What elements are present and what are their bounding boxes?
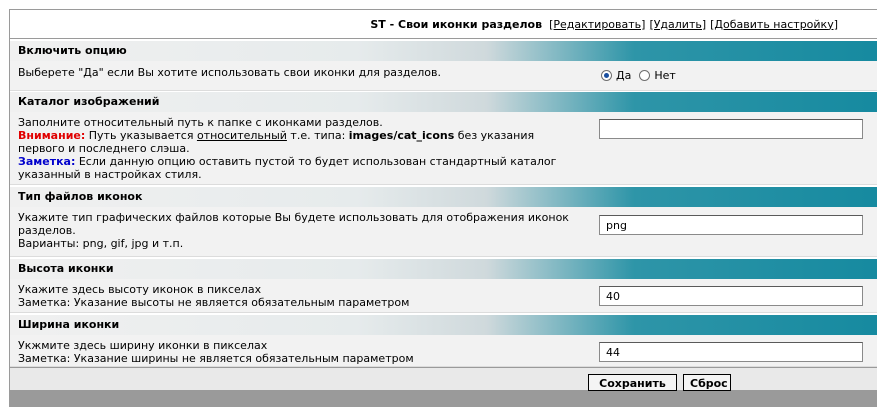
catalog-note: Заметка: Если данную опцию оставить пуст… [18, 155, 578, 181]
height-note: Заметка: Указание высоты не является обя… [18, 296, 410, 309]
catalog-instruction: Заполните относительный путь к папке с и… [18, 116, 383, 129]
delete-link[interactable]: [Удалить] [649, 18, 706, 31]
setting-row-filetype: Укажите тип графических файлов которые В… [10, 207, 877, 257]
note-label: Заметка: [18, 155, 76, 168]
setting-row-catalog: Заполните относительный путь к папке с и… [10, 112, 877, 185]
height-instruction: Укажите здесь высоту иконок в пикселах [18, 283, 262, 296]
setting-row-height: Укажите здесь высоту иконок в пикселах З… [10, 279, 877, 313]
edit-link[interactable]: [Редактировать] [549, 18, 645, 31]
warning-text: Путь указывается [85, 129, 197, 142]
warning-label: Внимание: [18, 129, 86, 142]
no-radio[interactable] [639, 70, 651, 81]
filetype-input[interactable] [599, 215, 863, 235]
yes-radio[interactable] [601, 70, 612, 81]
filetype-instruction: Укажите тип графических файлов которые В… [18, 211, 569, 237]
width-instruction: Укжмите здесь ширину иконки в пикселах [18, 339, 268, 352]
form-footer: Сохранить Сброс [10, 368, 877, 391]
add-setting-link[interactable]: [Добавить настройку] [710, 18, 838, 31]
note-text: Если данную опцию оставить пустой то буд… [18, 155, 557, 181]
section-header-enable: Включить опцию [10, 41, 877, 61]
section-header-filetype: Тип файлов иконок [10, 187, 877, 207]
section-header-height: Высота иконки [10, 259, 877, 279]
setting-description: Заполните относительный путь к папке с и… [18, 116, 578, 181]
page-title: ST - Свои иконки разделов [370, 17, 543, 31]
height-input[interactable] [599, 286, 863, 306]
section-header-catalog: Каталог изображений [10, 92, 877, 112]
width-input[interactable] [599, 342, 863, 362]
no-radio-label[interactable]: Нет [654, 69, 675, 82]
setting-description: Укжмите здесь ширину иконки в пикселах З… [18, 339, 578, 365]
setting-description: Укажите тип графических файлов которые В… [18, 211, 578, 250]
enable-radio-group: Да Нет [601, 69, 684, 82]
setting-row-enable: Выберете "Да" если Вы хотите использоват… [10, 61, 877, 91]
reset-button[interactable]: Сброс [683, 374, 731, 391]
catalog-path-input[interactable] [599, 119, 863, 139]
setting-row-width: Укжмите здесь ширину иконки в пикселах З… [10, 335, 877, 367]
setting-description: Укажите здесь высоту иконок в пикселах З… [18, 283, 578, 309]
setting-description: Выберете "Да" если Вы хотите использоват… [18, 66, 442, 79]
warning-text: т.е. типа: [286, 129, 349, 142]
settings-title-bar: ST - Свои иконки разделов [Редактировать… [10, 10, 877, 38]
catalog-warning: Внимание: Путь указывается относительный… [18, 129, 578, 155]
yes-radio-label[interactable]: Да [616, 69, 631, 82]
width-note: Заметка: Указание ширины не является обя… [18, 352, 414, 365]
save-button[interactable]: Сохранить [588, 374, 677, 391]
settings-panel: Включить опцию Выберете "Да" если Вы хот… [10, 39, 877, 367]
path-example: images/cat_icons [348, 129, 455, 142]
filetype-variants: Варианты: png, gif, jpg и т.п. [18, 237, 184, 250]
relative-term: относительный [196, 129, 287, 142]
section-header-width: Ширина иконки [10, 315, 877, 335]
